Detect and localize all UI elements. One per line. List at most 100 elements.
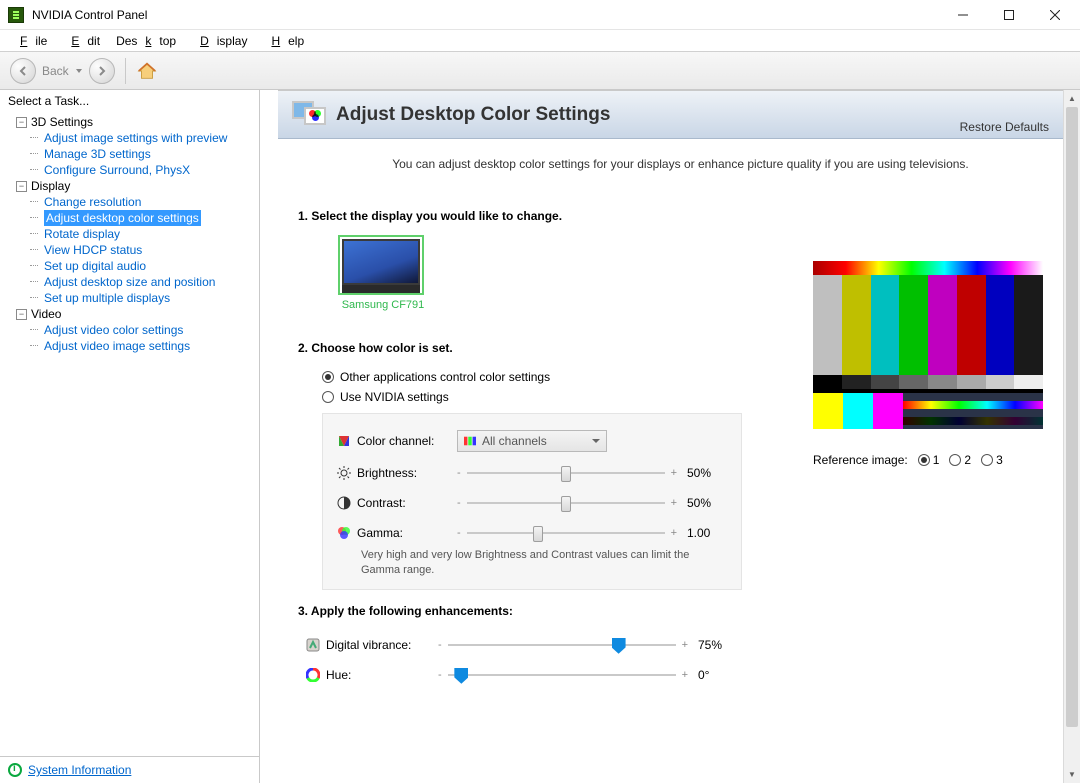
- radio-icon: [322, 371, 334, 383]
- page-header: Adjust Desktop Color Settings Restore De…: [278, 91, 1063, 139]
- back-label: Back: [42, 64, 69, 78]
- color-channel-select[interactable]: All channels: [457, 430, 607, 452]
- gamma-slider[interactable]: [467, 524, 665, 542]
- tree-cat-video[interactable]: −Video: [0, 306, 259, 322]
- contrast-icon: [337, 496, 351, 510]
- reference-image-label: Reference image:: [813, 453, 908, 467]
- app-icon: [8, 7, 24, 23]
- hue-value: 0°: [698, 668, 738, 682]
- hue-row: Hue: - + 0°: [298, 660, 738, 690]
- toolbar: Back: [0, 52, 1080, 90]
- plus-label: +: [671, 467, 677, 479]
- menu-help[interactable]: Help: [255, 32, 312, 50]
- brightness-value: 50%: [687, 466, 727, 480]
- page-title: Adjust Desktop Color Settings: [336, 104, 610, 126]
- vibrance-icon: [306, 638, 320, 652]
- radio-icon: [981, 454, 993, 466]
- gamma-row: Gamma: - + 1.00: [337, 518, 727, 548]
- window-controls: [940, 0, 1078, 30]
- section-3-title: 3. Apply the following enhancements:: [298, 604, 793, 618]
- ref-radio-1[interactable]: 1: [918, 453, 940, 467]
- color-channel-icon: [337, 434, 351, 448]
- home-icon[interactable]: [136, 60, 158, 82]
- hue-slider[interactable]: [448, 666, 676, 684]
- tree-adjust-image-preview[interactable]: Adjust image settings with preview: [0, 130, 259, 146]
- minimize-button[interactable]: [940, 0, 986, 30]
- back-button[interactable]: [10, 58, 36, 84]
- vibrance-slider[interactable]: [448, 636, 676, 654]
- radio-use-nvidia[interactable]: Use NVIDIA settings: [322, 387, 793, 407]
- contrast-row: Contrast: - + 50%: [337, 488, 727, 518]
- contrast-value: 50%: [687, 496, 727, 510]
- radio-icon: [918, 454, 930, 466]
- toolbar-separator: [125, 58, 126, 84]
- task-tree: −3D Settings Adjust image settings with …: [0, 112, 259, 756]
- tree-manage-3d[interactable]: Manage 3D settings: [0, 146, 259, 162]
- brightness-icon: [337, 466, 351, 480]
- tree-change-resolution[interactable]: Change resolution: [0, 194, 259, 210]
- gamma-icon: [337, 526, 351, 540]
- menu-edit[interactable]: Edit: [55, 32, 108, 50]
- tree-multiple-displays[interactable]: Set up multiple displays: [0, 290, 259, 306]
- close-button[interactable]: [1032, 0, 1078, 30]
- tree-configure-surround[interactable]: Configure Surround, PhysX: [0, 162, 259, 178]
- scrollbar-thumb[interactable]: [1066, 107, 1078, 727]
- tree-video-color[interactable]: Adjust video color settings: [0, 322, 259, 338]
- sidebar: Select a Task... −3D Settings Adjust ima…: [0, 90, 260, 783]
- section-2-title: 2. Choose how color is set.: [298, 341, 793, 355]
- system-information-link[interactable]: System Information: [28, 763, 131, 777]
- tree-cat-display[interactable]: −Display: [0, 178, 259, 194]
- menu-display[interactable]: Display: [184, 32, 255, 50]
- minus-label: -: [457, 467, 461, 479]
- radio-other-apps[interactable]: Other applications control color setting…: [322, 367, 793, 387]
- vertical-scrollbar[interactable]: ▲ ▼: [1063, 90, 1080, 783]
- collapse-icon[interactable]: −: [16, 309, 27, 320]
- contrast-slider[interactable]: [467, 494, 665, 512]
- vibrance-row: Digital vibrance: - + 75%: [298, 630, 738, 660]
- collapse-icon[interactable]: −: [16, 181, 27, 192]
- tree-rotate-display[interactable]: Rotate display: [0, 226, 259, 242]
- radio-icon: [949, 454, 961, 466]
- sidebar-heading: Select a Task...: [0, 90, 259, 112]
- rgb-icon: [464, 436, 476, 446]
- tree-desktop-size[interactable]: Adjust desktop size and position: [0, 274, 259, 290]
- page-intro: You can adjust desktop color settings fo…: [298, 157, 1063, 171]
- collapse-icon[interactable]: −: [16, 117, 27, 128]
- section-1-title: 1. Select the display you would like to …: [298, 209, 793, 223]
- color-channel-row: Color channel: All channels: [337, 424, 727, 458]
- page-header-icon: [292, 101, 326, 129]
- menu-desktop[interactable]: Desktop: [108, 32, 184, 50]
- ref-radio-3[interactable]: 3: [981, 453, 1003, 467]
- restore-defaults-link[interactable]: Restore Defaults: [960, 120, 1049, 134]
- back-dropdown-icon[interactable]: [75, 67, 83, 75]
- monitor-icon: [338, 235, 424, 295]
- scroll-up-icon[interactable]: ▲: [1064, 90, 1080, 107]
- display-name: Samsung CF791: [338, 299, 428, 311]
- menu-file[interactable]: File: [4, 32, 55, 50]
- display-selector[interactable]: Samsung CF791: [338, 235, 793, 311]
- sidebar-footer: System Information: [0, 756, 259, 783]
- ref-radio-2[interactable]: 2: [949, 453, 971, 467]
- tree-adjust-desktop-color[interactable]: Adjust desktop color settings: [44, 210, 201, 226]
- reference-image-column: Reference image: 1 2 3: [813, 261, 1063, 467]
- gamma-hint: Very high and very low Brightness and Co…: [361, 548, 727, 579]
- radio-icon: [322, 391, 334, 403]
- tree-cat-3d[interactable]: −3D Settings: [0, 114, 259, 130]
- menu-bar: File Edit Desktop Display Help: [0, 30, 1080, 52]
- forward-button[interactable]: [89, 58, 115, 84]
- vibrance-value: 75%: [698, 638, 738, 652]
- tree-view-hdcp[interactable]: View HDCP status: [0, 242, 259, 258]
- tree-video-image[interactable]: Adjust video image settings: [0, 338, 259, 354]
- tree-digital-audio[interactable]: Set up digital audio: [0, 258, 259, 274]
- window-title: NVIDIA Control Panel: [32, 8, 940, 22]
- reference-image: [813, 261, 1043, 429]
- brightness-slider[interactable]: [467, 464, 665, 482]
- hue-icon: [306, 668, 320, 682]
- maximize-button[interactable]: [986, 0, 1032, 30]
- gamma-value: 1.00: [687, 526, 727, 540]
- title-bar: NVIDIA Control Panel: [0, 0, 1080, 30]
- content-area: Adjust Desktop Color Settings Restore De…: [260, 90, 1080, 783]
- info-icon: [8, 763, 22, 777]
- brightness-row: Brightness: - + 50%: [337, 458, 727, 488]
- scroll-down-icon[interactable]: ▼: [1064, 766, 1080, 783]
